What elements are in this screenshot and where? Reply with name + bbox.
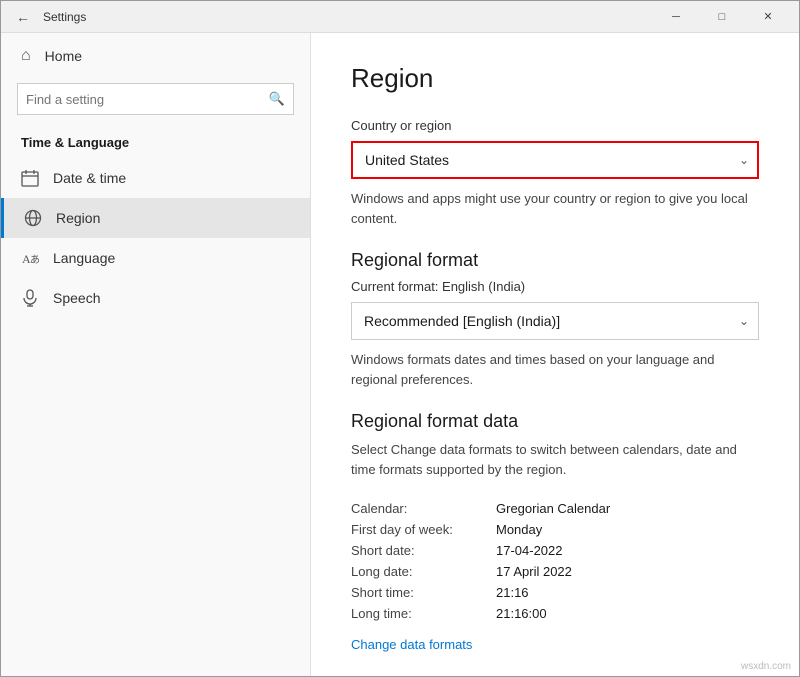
format-value: 17 April 2022 — [496, 564, 572, 579]
regional-format-description: Windows formats dates and times based on… — [351, 350, 759, 389]
language-icon: A あ — [21, 249, 39, 267]
change-data-formats-link[interactable]: Change data formats — [351, 637, 472, 652]
home-label: Home — [45, 48, 82, 64]
minimize-icon: ─ — [672, 11, 680, 23]
maximize-icon: □ — [719, 11, 726, 23]
sidebar-item-region[interactable]: Region — [1, 198, 310, 238]
format-data-table: Calendar: Gregorian Calendar First day o… — [351, 501, 759, 621]
close-icon: ✕ — [763, 10, 772, 23]
format-value: 17-04-2022 — [496, 543, 563, 558]
sidebar-item-date-time[interactable]: Date & time — [1, 158, 310, 198]
country-label: Country or region — [351, 118, 759, 133]
settings-window: ← Settings ─ □ ✕ ⌂ Home 🔍 T — [0, 0, 800, 677]
country-description: Windows and apps might use your country … — [351, 189, 759, 228]
main-layout: ⌂ Home 🔍 Time & Language Date & time — [1, 33, 799, 676]
format-row: First day of week: Monday — [351, 522, 759, 537]
country-dropdown[interactable]: United States — [351, 141, 759, 179]
search-box: 🔍 — [17, 83, 294, 115]
format-value: 21:16 — [496, 585, 529, 600]
regional-format-dropdown-wrapper: Recommended [English (India)] ⌄ — [351, 302, 759, 340]
regional-format-heading: Regional format — [351, 250, 759, 271]
format-key: First day of week: — [351, 522, 496, 537]
format-value: 21:16:00 — [496, 606, 547, 621]
titlebar-title: Settings — [43, 10, 86, 24]
format-key: Long date: — [351, 564, 496, 579]
search-input[interactable] — [26, 92, 265, 107]
format-row: Calendar: Gregorian Calendar — [351, 501, 759, 516]
region-icon — [24, 209, 42, 227]
content-area: Region Country or region United States ⌄… — [311, 33, 799, 676]
back-icon: ← — [16, 9, 30, 25]
sidebar: ⌂ Home 🔍 Time & Language Date & time — [1, 33, 311, 676]
sidebar-item-language[interactable]: A あ Language — [1, 238, 310, 278]
minimize-button[interactable]: ─ — [653, 1, 699, 33]
titlebar: ← Settings ─ □ ✕ — [1, 1, 799, 33]
close-button[interactable]: ✕ — [745, 1, 791, 33]
format-key: Short time: — [351, 585, 496, 600]
speech-icon — [21, 289, 39, 307]
format-key: Short date: — [351, 543, 496, 558]
regional-format-data-heading: Regional format data — [351, 411, 759, 432]
format-value: Monday — [496, 522, 542, 537]
format-row: Long time: 21:16:00 — [351, 606, 759, 621]
format-row: Short date: 17-04-2022 — [351, 543, 759, 558]
current-format-label: Current format: English (India) — [351, 279, 759, 294]
back-button[interactable]: ← — [9, 3, 37, 31]
format-key: Long time: — [351, 606, 496, 621]
format-row: Short time: 21:16 — [351, 585, 759, 600]
format-row: Long date: 17 April 2022 — [351, 564, 759, 579]
home-icon: ⌂ — [21, 47, 31, 65]
sidebar-item-region-label: Region — [56, 210, 100, 226]
sidebar-item-home[interactable]: ⌂ Home — [1, 33, 310, 79]
country-dropdown-wrapper: United States ⌄ — [351, 141, 759, 179]
page-title: Region — [351, 63, 759, 94]
date-time-icon — [21, 169, 39, 187]
search-icon: 🔍 — [269, 91, 285, 107]
maximize-button[interactable]: □ — [699, 1, 745, 33]
sidebar-item-speech-label: Speech — [53, 290, 100, 306]
sidebar-section-title: Time & Language — [1, 125, 310, 158]
watermark: wsxdn.com — [741, 661, 791, 672]
regional-format-data-description: Select Change data formats to switch bet… — [351, 440, 759, 479]
sidebar-item-date-time-label: Date & time — [53, 170, 126, 186]
regional-format-dropdown[interactable]: Recommended [English (India)] — [351, 302, 759, 340]
window-controls: ─ □ ✕ — [653, 1, 791, 33]
sidebar-item-speech[interactable]: Speech — [1, 278, 310, 318]
svg-text:あ: あ — [30, 254, 39, 266]
sidebar-item-language-label: Language — [53, 250, 115, 266]
format-key: Calendar: — [351, 501, 496, 516]
format-value: Gregorian Calendar — [496, 501, 610, 516]
